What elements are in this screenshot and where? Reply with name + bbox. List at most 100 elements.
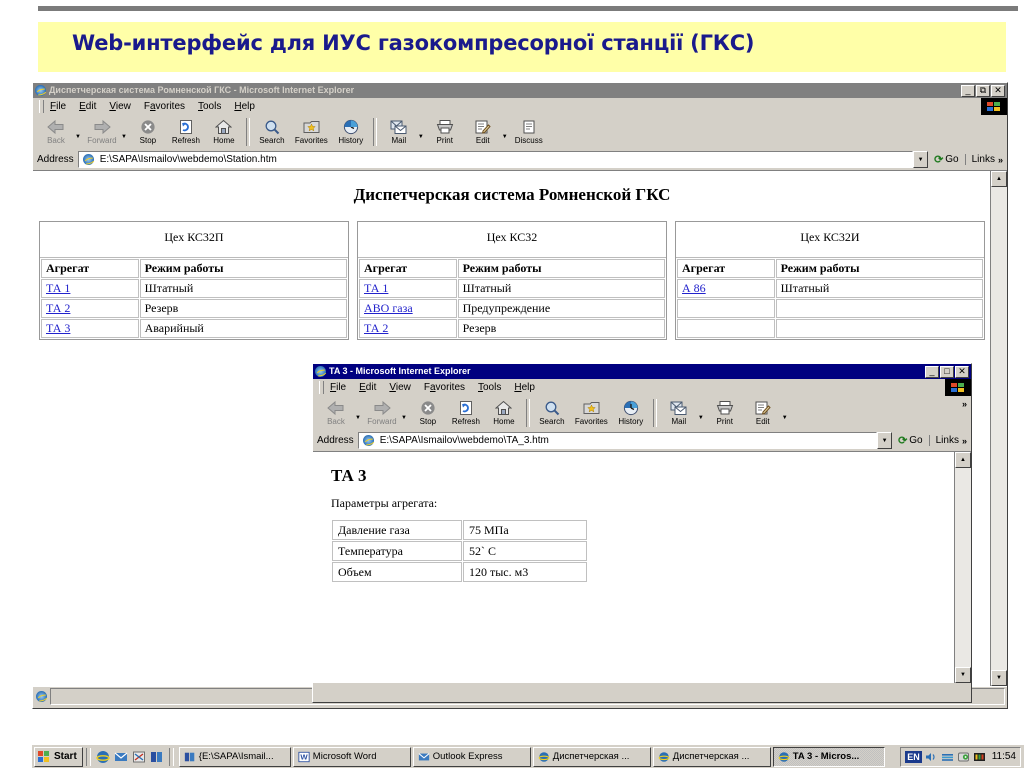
child-address-bar[interactable]: Address E:\SAPA\Ismailov\webdemo\TA_3.ht…	[313, 430, 971, 451]
unit-cell[interactable]: А 86	[677, 279, 775, 298]
volume-icon[interactable]	[925, 751, 938, 763]
go-button[interactable]: ⟳ Go	[928, 153, 965, 166]
show-desktop-icon[interactable]	[132, 750, 146, 764]
scrollbar-track[interactable]	[955, 468, 971, 667]
toolbar-stop-button[interactable]: Stop	[129, 116, 167, 145]
toolbar-home-button[interactable]: Home	[485, 397, 523, 426]
menu-item-file[interactable]: File	[330, 382, 346, 393]
toolbar-refresh-button[interactable]: Refresh	[167, 116, 205, 145]
edit-dropdown-arrow-icon[interactable]: ▼	[782, 415, 788, 421]
toolbar-overflow-chevron-icon[interactable]: »	[962, 397, 971, 409]
unit-cell[interactable]: ТА 2	[359, 319, 457, 338]
scroll-down-button[interactable]: ▼	[991, 670, 1007, 686]
start-button[interactable]: Start	[34, 746, 83, 767]
main-window-titlebar[interactable]: Диспетчерская система Ромненской ГКС - M…	[33, 83, 1007, 98]
maximize-button[interactable]: □	[940, 365, 954, 378]
toolbar-home-button[interactable]: Home	[205, 116, 243, 145]
menubar-grip[interactable]	[39, 100, 44, 113]
child-toolbar[interactable]: Back ▼ Forward ▼ Stop Refresh Home Searc…	[313, 397, 971, 430]
toolbar-edit-button[interactable]: Edit	[464, 116, 502, 145]
toolbar-favorites-button[interactable]: Favorites	[291, 116, 332, 145]
child-browser-window[interactable]: TA 3 - Microsoft Internet Explorer _ □ ✕…	[312, 363, 972, 703]
toolbar-mail-button[interactable]: Mail	[660, 397, 698, 426]
outlook-express-icon[interactable]	[114, 750, 128, 764]
back-dropdown-arrow-icon[interactable]: ▼	[75, 134, 81, 140]
taskbar-task-buttons[interactable]: {E:\SAPA\Ismail... W Microsoft Word Outl…	[177, 746, 900, 767]
task-button[interactable]: Диспетчерская ...	[532, 746, 651, 767]
edit-dropdown-arrow-icon[interactable]: ▼	[502, 134, 508, 140]
task-button-active[interactable]: TA 3 - Micros...	[772, 746, 885, 767]
minimize-button[interactable]: _	[961, 84, 975, 97]
unit-link[interactable]: ТА 1	[364, 281, 388, 295]
menu-item-favorites[interactable]: Favorites	[144, 101, 185, 112]
links-button[interactable]: Links »	[928, 435, 971, 446]
scroll-down-button[interactable]: ▼	[955, 667, 971, 683]
scroll-up-button[interactable]: ▲	[991, 171, 1007, 187]
task-button[interactable]: {E:\SAPA\Ismail...	[178, 746, 291, 767]
forward-dropdown-arrow-icon[interactable]: ▼	[401, 415, 407, 421]
network-icon[interactable]	[941, 751, 954, 763]
child-window-controls[interactable]: _ □ ✕	[925, 365, 969, 378]
toolbar-search-button[interactable]: Search	[253, 116, 291, 145]
address-input[interactable]: E:\SAPA\Ismailov\webdemo\Station.htm	[77, 151, 914, 168]
task-button[interactable]: Outlook Express	[412, 746, 531, 767]
main-window-controls[interactable]: _ ⧉ ✕	[961, 84, 1005, 97]
toolbar-refresh-button[interactable]: Refresh	[447, 397, 485, 426]
forward-dropdown-arrow-icon[interactable]: ▼	[121, 134, 127, 140]
mail-dropdown-arrow-icon[interactable]: ▼	[418, 134, 424, 140]
main-menubar[interactable]: FFileile Edit View Favorites Tools Help	[33, 98, 1007, 116]
toolbar-search-button[interactable]: Search	[533, 397, 571, 426]
system-tray[interactable]: EN 11:54	[900, 746, 1021, 767]
close-button[interactable]: ✕	[991, 84, 1005, 97]
toolbar-edit-button[interactable]: Edit	[744, 397, 782, 426]
toolbar-stop-button[interactable]: Stop	[409, 397, 447, 426]
toolbar-back-button[interactable]: Back	[317, 397, 355, 426]
toolbar-discuss-button[interactable]: Discuss	[510, 116, 548, 145]
toolbar-favorites-button[interactable]: Favorites	[571, 397, 612, 426]
unit-link[interactable]: А 86	[682, 281, 706, 295]
explorer-folder-icon[interactable]	[150, 750, 164, 764]
child-menubar[interactable]: File Edit View Favorites Tools Help	[313, 379, 971, 397]
menubar-grip[interactable]	[319, 381, 324, 394]
unit-cell[interactable]: ТА 1	[41, 279, 139, 298]
toolbar-mail-button[interactable]: Mail	[380, 116, 418, 145]
main-toolbar[interactable]: Back ▼ Forward ▼ Stop Refresh Home Searc…	[33, 116, 1007, 149]
unit-link[interactable]: ТА 2	[364, 321, 388, 335]
toolbar-back-button[interactable]: Back	[37, 116, 75, 145]
unit-link[interactable]: ТА 3	[46, 321, 70, 335]
menu-item-favorites[interactable]: Favorites	[424, 382, 465, 393]
menu-item-view[interactable]: View	[389, 382, 411, 393]
menu-item-edit[interactable]: Edit	[79, 101, 96, 112]
toolbar-history-button[interactable]: History	[612, 397, 650, 426]
child-vertical-scrollbar[interactable]: ▲ ▼	[954, 452, 971, 683]
quick-launch-bar[interactable]	[94, 750, 166, 764]
menu-item-help[interactable]: Help	[514, 382, 535, 393]
mail-dropdown-arrow-icon[interactable]: ▼	[698, 415, 704, 421]
minimize-button[interactable]: _	[925, 365, 939, 378]
toolbar-forward-button[interactable]: Forward	[83, 116, 121, 145]
windows-taskbar[interactable]: Start {E:\SAPA\Ismail... W Microsoft Wor…	[32, 744, 1024, 768]
task-button[interactable]: Диспетчерская ...	[652, 746, 771, 767]
address-input[interactable]: E:\SAPA\Ismailov\webdemo\TA_3.htm	[357, 432, 878, 449]
internet-explorer-icon[interactable]	[96, 750, 110, 764]
unit-cell[interactable]: ТА 3	[41, 319, 139, 338]
antivirus-icon[interactable]	[973, 751, 986, 763]
unit-link[interactable]: ТА 1	[46, 281, 70, 295]
unit-cell[interactable]: ТА 2	[41, 299, 139, 318]
go-button[interactable]: ⟳ Go	[892, 434, 929, 447]
taskbar-clock[interactable]: 11:54	[992, 751, 1016, 762]
toolbar-print-button[interactable]: Print	[426, 116, 464, 145]
menu-item-edit[interactable]: Edit	[359, 382, 376, 393]
unit-cell[interactable]: ТА 1	[359, 279, 457, 298]
child-window-titlebar[interactable]: TA 3 - Microsoft Internet Explorer _ □ ✕	[313, 364, 971, 379]
unit-cell[interactable]: АВО газа	[359, 299, 457, 318]
media-icon[interactable]	[957, 751, 970, 763]
unit-link[interactable]: ТА 2	[46, 301, 70, 315]
toolbar-history-button[interactable]: History	[332, 116, 370, 145]
main-address-bar[interactable]: Address E:\SAPA\Ismailov\webdemo\Station…	[33, 149, 1007, 170]
address-dropdown-button[interactable]: ▼	[913, 151, 929, 168]
main-vertical-scrollbar[interactable]: ▲ ▼	[990, 171, 1007, 686]
menu-item-tools[interactable]: Tools	[478, 382, 501, 393]
menu-item-help[interactable]: Help	[234, 101, 255, 112]
language-indicator[interactable]: EN	[905, 750, 922, 763]
